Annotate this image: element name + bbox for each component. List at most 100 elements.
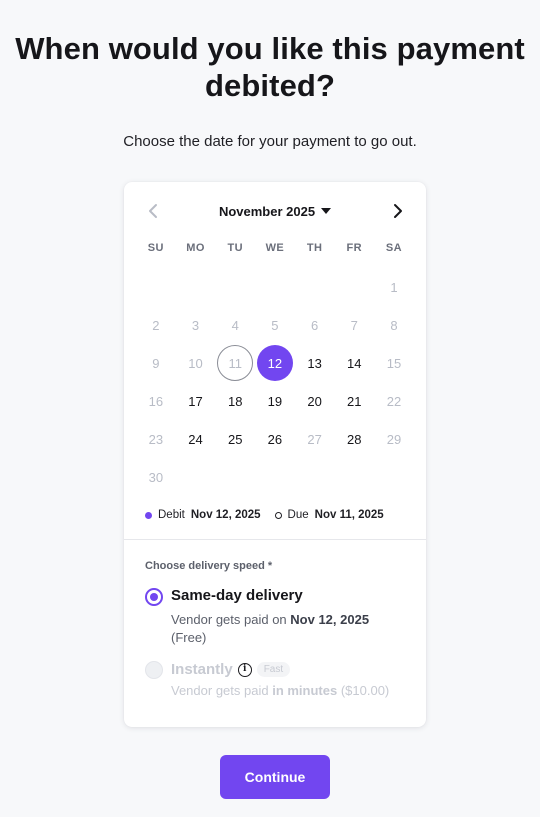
same-day-desc-suffix: (Free) <box>171 630 207 645</box>
calendar-day-4: 4 <box>215 306 255 344</box>
calendar-day-24[interactable]: 24 <box>176 420 216 458</box>
instant-title[interactable]: Instantly <box>171 661 233 678</box>
delivery-speed-label: Choose delivery speed * <box>145 560 273 572</box>
calendar-day-10: 10 <box>176 344 216 382</box>
calendar-day-22: 22 <box>374 382 414 420</box>
weekday-label: MO <box>186 242 205 254</box>
calendar-day-number: 6 <box>310 317 319 333</box>
calendar-day-6: 6 <box>295 306 335 344</box>
continue-button[interactable]: Continue <box>220 755 330 799</box>
calendar-day-12[interactable]: 12 <box>255 344 295 382</box>
info-icon[interactable]: i <box>237 662 252 677</box>
calendar-day-number: 29 <box>386 431 402 447</box>
calendar-day-27: 27 <box>295 420 335 458</box>
calendar-header: November 2025 <box>124 200 426 222</box>
calendar-day-5: 5 <box>255 306 295 344</box>
calendar-day-number: 12 <box>256 345 293 381</box>
due-dot-icon <box>274 511 282 519</box>
legend-debit-date: Nov 12, 2025 <box>190 509 261 521</box>
chevron-right-icon <box>394 204 402 218</box>
calendar-day-11: 11 <box>215 344 255 382</box>
same-day-description: Vendor gets paid on Nov 12, 2025 (Free) <box>171 611 401 647</box>
instant-desc-suffix: ($10.00) <box>340 683 390 698</box>
calendar-blank-cell <box>255 268 295 306</box>
calendar-blank-cell <box>176 268 216 306</box>
weekday-label: TU <box>227 242 243 254</box>
legend-due: Due Nov 11, 2025 <box>274 509 384 521</box>
calendar-day-number: 21 <box>347 393 362 409</box>
calendar-blank-cell <box>295 268 335 306</box>
calendar-day-number: 3 <box>191 317 200 333</box>
calendar-day-20[interactable]: 20 <box>295 382 335 420</box>
calendar-blank-cell <box>215 268 255 306</box>
calendar-day-21[interactable]: 21 <box>334 382 374 420</box>
calendar-days-grid: 1 2 3 4 5 6 7 8 9 10 11 12 13 14 15 16 17 18 19 20 21 22 23 24 2… <box>136 268 414 496</box>
instant-title-row: Instantly i Fast <box>171 661 291 678</box>
same-day-radio[interactable] <box>145 588 163 606</box>
calendar-day-number: 7 <box>350 317 358 333</box>
calendar-day-9: 9 <box>136 344 176 382</box>
calendar-day-number: 25 <box>227 431 243 447</box>
calendar-day-number: 2 <box>152 317 160 333</box>
page-title: When would you like this payment debited… <box>15 31 525 103</box>
calendar-day-number: 14 <box>347 355 362 371</box>
calendar-day-25[interactable]: 25 <box>215 420 255 458</box>
weekday-label: TH <box>306 242 323 254</box>
calendar-day-17[interactable]: 17 <box>176 382 216 420</box>
weekday-label: SU <box>147 242 164 254</box>
legend-due-date: Nov 11, 2025 <box>314 509 384 521</box>
legend-debit-label: Debit <box>158 509 185 521</box>
calendar-day-29: 29 <box>374 420 414 458</box>
calendar-day-number: 24 <box>188 431 203 447</box>
prev-month-button[interactable] <box>141 200 165 222</box>
next-month-button[interactable] <box>386 200 410 222</box>
calendar-day-19[interactable]: 19 <box>255 382 295 420</box>
page-subtitle: Choose the date for your payment to go o… <box>123 133 417 150</box>
calendar-day-number: 19 <box>267 393 283 409</box>
calendar-day-3: 3 <box>176 306 216 344</box>
payment-date-page: When would you like this payment debited… <box>0 0 540 817</box>
calendar-day-number: 23 <box>148 431 164 447</box>
calendar-day-number: 20 <box>307 393 322 409</box>
same-day-title[interactable]: Same-day delivery <box>171 587 303 604</box>
calendar-day-number: 15 <box>386 355 402 371</box>
calendar-day-number: 4 <box>231 317 239 333</box>
calendar-day-number: 10 <box>188 355 203 371</box>
calendar-day-13[interactable]: 13 <box>295 344 335 382</box>
calendar-day-30: 30 <box>136 458 176 496</box>
calendar-blank-cell <box>136 268 176 306</box>
month-year-label: November 2025 <box>218 203 316 219</box>
date-picker-card: November 2025 SU MO TU WE TH FR SA 1 2 3 4 5 6 7 8 9 10… <box>124 182 426 727</box>
calendar-day-18[interactable]: 18 <box>215 382 255 420</box>
calendar-day-28[interactable]: 28 <box>334 420 374 458</box>
calendar-day-8: 8 <box>374 306 414 344</box>
caret-down-icon <box>321 208 332 214</box>
calendar-day-number: 18 <box>227 393 243 409</box>
calendar-legend: Debit Nov 12, 2025 Due Nov 11, 2025 <box>145 509 405 521</box>
calendar-day-26[interactable]: 26 <box>255 420 295 458</box>
instant-radio[interactable] <box>145 661 163 679</box>
legend-due-label: Due <box>287 509 309 521</box>
calendar-day-number: 22 <box>386 393 402 409</box>
chevron-left-icon <box>149 204 157 218</box>
calendar-day-7: 7 <box>334 306 374 344</box>
calendar-day-23: 23 <box>136 420 176 458</box>
instant-desc-bold: in minutes <box>272 683 338 698</box>
calendar-day-1: 1 <box>374 268 414 306</box>
weekday-label: SA <box>385 242 403 254</box>
same-day-desc-prefix: Vendor gets paid on <box>171 612 287 627</box>
calendar-blank-cell <box>334 268 374 306</box>
fast-badge: Fast <box>256 662 291 677</box>
weekday-label: FR <box>346 242 363 254</box>
calendar-day-14[interactable]: 14 <box>334 344 374 382</box>
calendar-day-number: 5 <box>271 317 279 333</box>
month-year-dropdown[interactable]: November 2025 <box>205 200 345 222</box>
legend-debit: Debit Nov 12, 2025 <box>145 509 261 521</box>
calendar-day-number: 26 <box>267 431 283 447</box>
calendar-day-2: 2 <box>136 306 176 344</box>
calendar-day-number: 16 <box>148 393 164 409</box>
calendar-day-number: 13 <box>307 355 322 371</box>
calendar-day-15: 15 <box>374 344 414 382</box>
calendar-day-number: 28 <box>347 431 362 447</box>
calendar-day-number: 30 <box>148 469 164 485</box>
